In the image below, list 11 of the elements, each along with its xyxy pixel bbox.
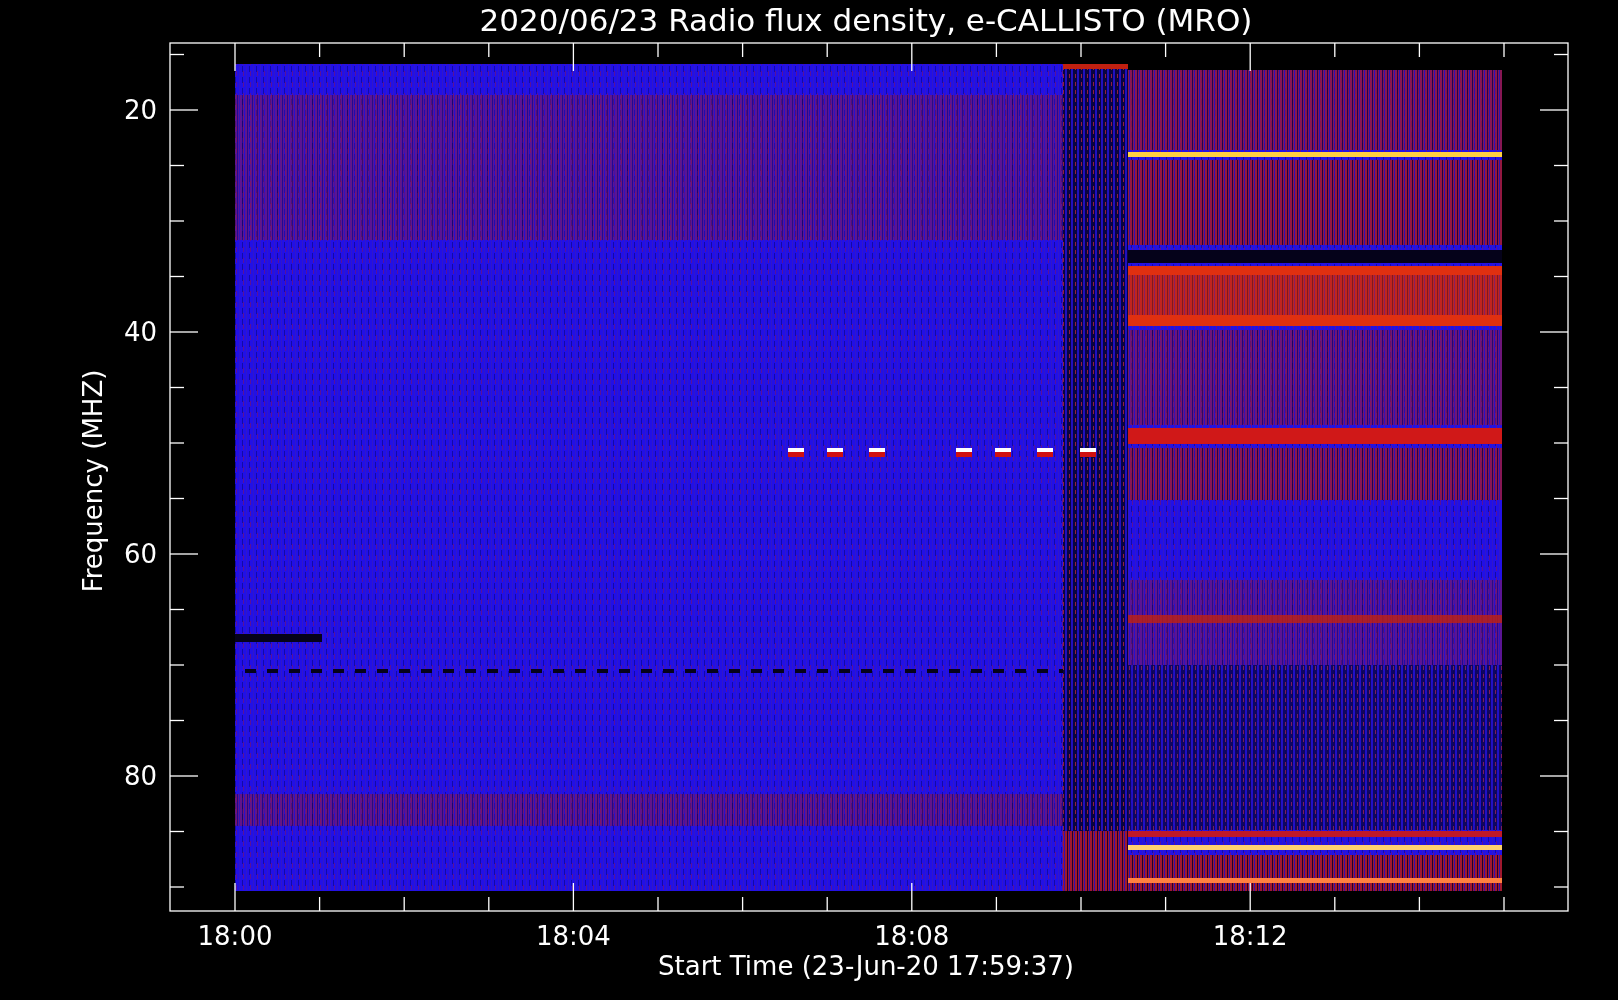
x-axis-tick-label: 18:00 bbox=[197, 921, 273, 951]
y-axis-title: Frequency (MHZ) bbox=[78, 369, 108, 593]
y-axis-tick-label: 60 bbox=[123, 539, 157, 569]
x-axis-tick-label: 18:04 bbox=[535, 921, 611, 951]
y-axis-tick-label: 80 bbox=[123, 761, 157, 791]
x-axis-title: Start Time (23-Jun-20 17:59:37) bbox=[658, 951, 1074, 981]
chart-title: 2020/06/23 Radio flux density, e-CALLISTO (MRO) bbox=[479, 2, 1253, 38]
x-axis-tick-label: 18:12 bbox=[1212, 921, 1288, 951]
y-axis-tick-label: 40 bbox=[123, 317, 157, 347]
y-axis-tick-label: 20 bbox=[123, 95, 157, 125]
x-axis-tick-label: 18:08 bbox=[874, 921, 950, 951]
